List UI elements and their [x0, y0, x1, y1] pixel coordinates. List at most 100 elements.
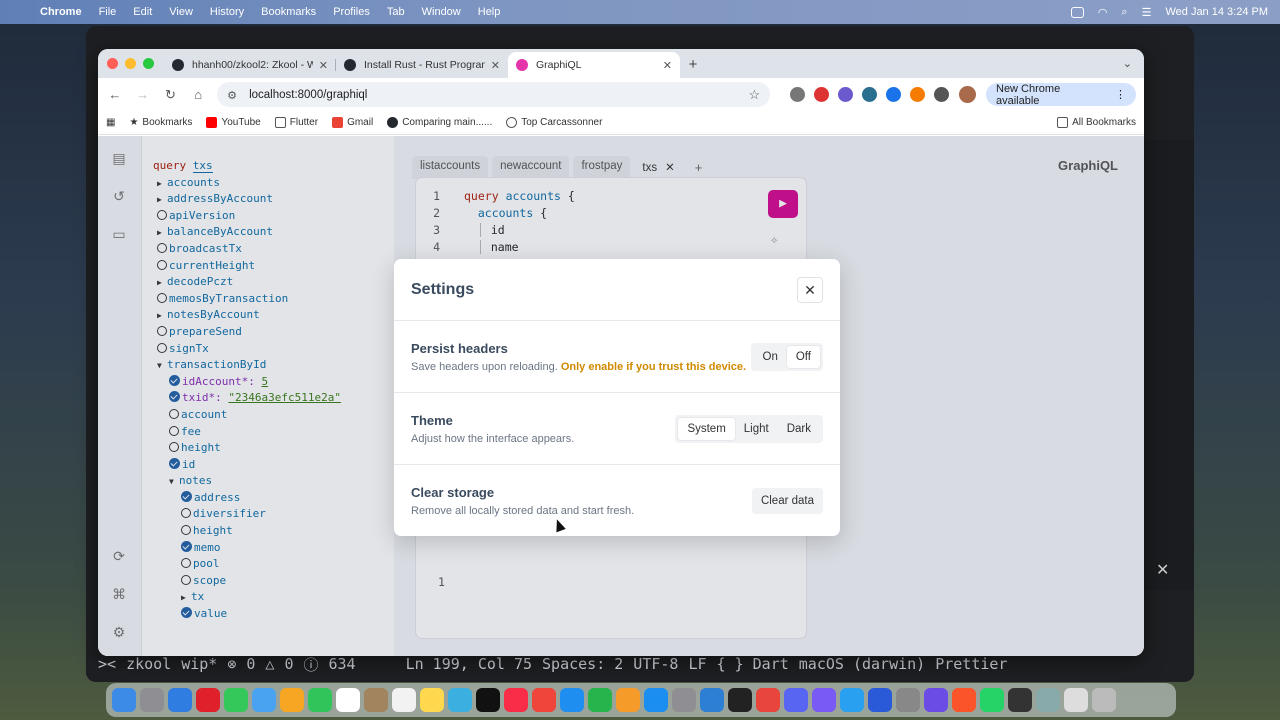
extension-icon[interactable]: [838, 87, 854, 102]
home-icon[interactable]: ⌂: [189, 87, 207, 102]
status-branch[interactable]: zkool: [126, 655, 171, 673]
menu-file[interactable]: File: [99, 6, 117, 18]
status-language[interactable]: { } Dart: [717, 655, 789, 673]
news-icon[interactable]: [532, 688, 556, 712]
vscode-icon[interactable]: [700, 688, 724, 712]
chrome-icon[interactable]: [756, 688, 780, 712]
search-icon[interactable]: ⌕: [1121, 6, 1127, 19]
url-text[interactable]: localhost:8000/graphiql: [249, 89, 367, 101]
whatsapp-icon[interactable]: [980, 688, 1004, 712]
brave-icon[interactable]: [952, 688, 976, 712]
theme-dark-button[interactable]: Dark: [778, 418, 820, 440]
status-info[interactable]: 634: [328, 655, 355, 673]
status-position[interactable]: Ln 199, Col 75: [406, 655, 532, 673]
tab-search-icon[interactable]: ⌄: [1123, 57, 1132, 70]
persist-on-button[interactable]: On: [754, 346, 787, 368]
app-icon[interactable]: [868, 688, 892, 712]
menu-edit[interactable]: Edit: [133, 6, 152, 18]
menu-profiles[interactable]: Profiles: [333, 6, 370, 18]
status-encoding[interactable]: UTF-8: [633, 655, 678, 673]
apps-grid-icon[interactable]: ▦: [106, 117, 115, 128]
system-settings-icon[interactable]: [672, 688, 696, 712]
close-tab-icon[interactable]: ✕: [319, 59, 328, 72]
keynote-icon[interactable]: [560, 688, 584, 712]
pages-icon[interactable]: [616, 688, 640, 712]
profile-avatar[interactable]: [959, 86, 976, 103]
finder-icon[interactable]: [112, 688, 136, 712]
numbers-icon[interactable]: [588, 688, 612, 712]
bookmark-comparing[interactable]: Comparing main......: [387, 117, 492, 128]
back-icon[interactable]: ←: [106, 87, 124, 102]
app-icon[interactable]: [896, 688, 920, 712]
status-platform[interactable]: macOS (darwin): [799, 655, 925, 673]
site-info-icon[interactable]: ⚙: [227, 89, 239, 102]
menu-bookmarks[interactable]: Bookmarks: [261, 6, 316, 18]
app-store-icon[interactable]: [644, 688, 668, 712]
address-bar[interactable]: ⚙ localhost:8000/graphiql ☆: [217, 82, 771, 107]
theme-system-button[interactable]: System: [678, 417, 735, 440]
bookmark-bookmarks[interactable]: ★ Bookmarks: [129, 117, 192, 128]
app-icon[interactable]: [1036, 688, 1060, 712]
theme-light-button[interactable]: Light: [735, 418, 778, 440]
forward-icon[interactable]: →: [134, 87, 152, 102]
app-icon[interactable]: [812, 688, 836, 712]
close-settings-button[interactable]: ✕: [797, 276, 823, 303]
photos-icon[interactable]: [280, 688, 304, 712]
calendar-icon[interactable]: [336, 688, 360, 712]
freeform-icon[interactable]: [448, 688, 472, 712]
music-icon[interactable]: [504, 688, 528, 712]
status-spaces[interactable]: Spaces: 2: [542, 655, 623, 673]
terminal-icon[interactable]: [728, 688, 752, 712]
menu-history[interactable]: History: [210, 6, 244, 18]
persist-off-button[interactable]: Off: [786, 345, 820, 368]
browser-tab-rust[interactable]: Install Rust - Rust Programmi ✕: [336, 52, 508, 78]
trash-icon[interactable]: [1092, 688, 1116, 712]
status-formatter[interactable]: Prettier: [935, 655, 1007, 673]
status-errors[interactable]: 0: [246, 655, 255, 673]
extension-icon[interactable]: [886, 87, 902, 102]
maps-icon[interactable]: [252, 688, 276, 712]
reminders-icon[interactable]: [392, 688, 416, 712]
minimize-window-button[interactable]: [125, 58, 136, 69]
bookmark-youtube[interactable]: YouTube: [206, 117, 261, 128]
menu-view[interactable]: View: [169, 6, 193, 18]
screen-share-icon[interactable]: [1070, 6, 1084, 18]
tv-icon[interactable]: [476, 688, 500, 712]
bookmark-star-icon[interactable]: ☆: [749, 87, 761, 103]
opera-icon[interactable]: [196, 688, 220, 712]
browser-tab-zkool[interactable]: hhanh00/zkool2: Zkool - Wall ✕: [164, 52, 336, 78]
app-icon[interactable]: [1008, 688, 1032, 712]
extension-icon[interactable]: [910, 87, 926, 102]
vscode-close-icon[interactable]: ✕: [1156, 560, 1169, 580]
remote-icon[interactable]: ><: [98, 655, 116, 673]
menu-app-name[interactable]: Chrome: [40, 6, 82, 18]
extension-icon[interactable]: [814, 87, 830, 102]
more-menu-icon[interactable]: ⋮: [1115, 88, 1126, 101]
status-git[interactable]: wip*: [181, 655, 217, 673]
contacts-icon[interactable]: [364, 688, 388, 712]
close-tab-icon[interactable]: ✕: [663, 59, 672, 72]
notes-icon[interactable]: [420, 688, 444, 712]
reload-icon[interactable]: ↻: [162, 87, 180, 103]
menubar-clock[interactable]: Wed Jan 14 3:24 PM: [1165, 6, 1268, 18]
status-eol[interactable]: LF: [688, 655, 706, 673]
folder-icon[interactable]: [1064, 688, 1088, 712]
safari-icon[interactable]: [168, 688, 192, 712]
bookmark-carcassonne[interactable]: Top Carcassonner: [506, 117, 602, 128]
new-chrome-available-button[interactable]: New Chrome available ⋮: [986, 83, 1136, 107]
launchpad-icon[interactable]: [140, 688, 164, 712]
extension-icon[interactable]: [790, 87, 806, 102]
control-center-icon[interactable]: ☰: [1142, 6, 1152, 19]
browser-tab-graphiql[interactable]: GraphiQL ✕: [508, 52, 680, 78]
zoom-window-button[interactable]: [143, 58, 154, 69]
discord-icon[interactable]: [784, 688, 808, 712]
extension-icon[interactable]: [862, 87, 878, 102]
menu-help[interactable]: Help: [478, 6, 501, 18]
messages-icon[interactable]: [224, 688, 248, 712]
new-tab-button[interactable]: +: [680, 56, 706, 78]
close-window-button[interactable]: [107, 58, 118, 69]
status-warnings[interactable]: 0: [284, 655, 293, 673]
all-bookmarks[interactable]: All Bookmarks: [1057, 117, 1136, 128]
app-icon[interactable]: [924, 688, 948, 712]
puzzle-icon[interactable]: [934, 87, 950, 102]
